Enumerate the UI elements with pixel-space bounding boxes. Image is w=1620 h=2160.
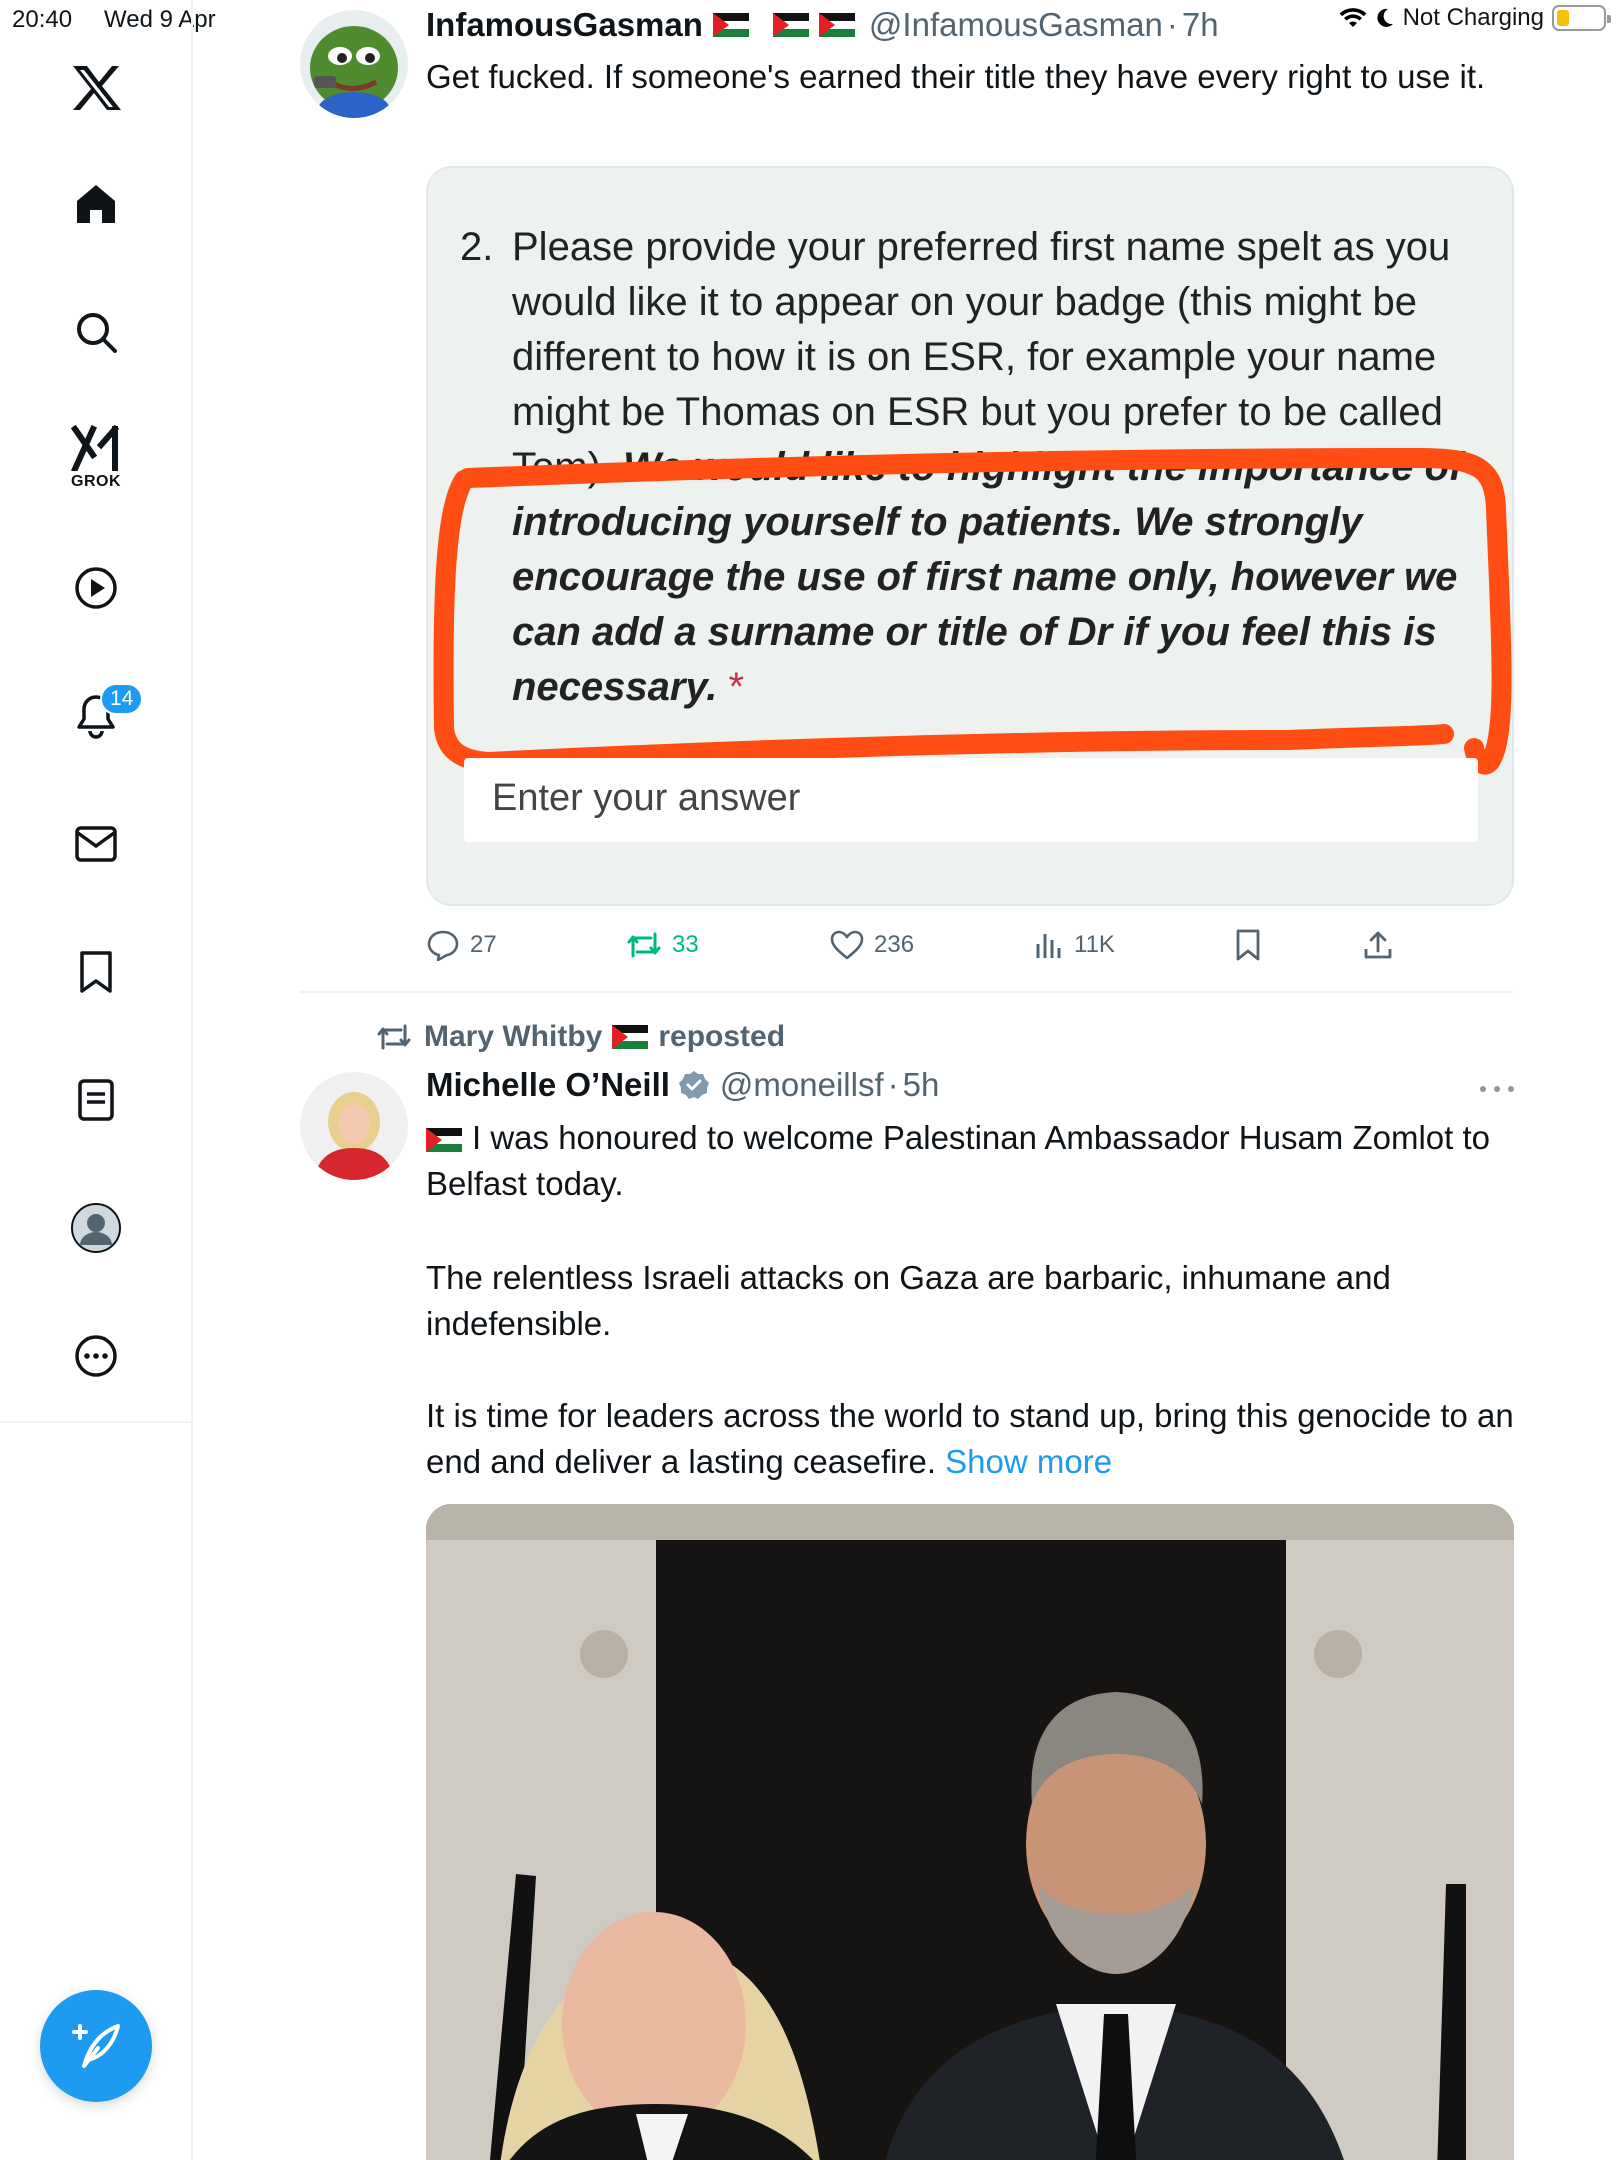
palestine-flag-icon	[426, 1128, 462, 1153]
battery-icon	[1552, 5, 1611, 31]
tweet-divider	[300, 991, 1514, 993]
separator-dot: ·	[887, 1066, 899, 1103]
bookmarks-icon[interactable]	[56, 932, 136, 1012]
repost-icon	[377, 1024, 411, 1050]
more-options-icon[interactable]	[1480, 1076, 1514, 1102]
tweet-actions: 27 33 236 11K	[426, 920, 1516, 970]
tweet-text: I was honoured to welcome Palestinan Amb…	[426, 1115, 1516, 1207]
avatar[interactable]	[300, 10, 408, 118]
timestamp[interactable]: 7h	[1182, 6, 1219, 44]
like-button[interactable]: 236	[830, 920, 914, 970]
tweet-paragraph: The relentless Israeli attacks on Gaza a…	[426, 1259, 1391, 1342]
reply-icon	[427, 930, 459, 961]
handle[interactable]: @InfamousGasman	[869, 6, 1163, 44]
charging-status: Not Charging	[1402, 4, 1544, 31]
reply-button[interactable]: 27	[426, 920, 497, 970]
tweet-header: Michelle O’Neill @moneillsf · 5h	[426, 1066, 939, 1104]
reply-count: 27	[470, 931, 497, 958]
grok-icon[interactable]: GROK	[56, 418, 136, 498]
verified-badge-icon	[678, 1071, 709, 1099]
lists-icon[interactable]	[56, 1060, 136, 1140]
tweet-header: InfamousGasman @InfamousGasman · 7h	[426, 6, 1219, 44]
share-icon	[1364, 931, 1392, 959]
sidebar: GROK 14	[0, 0, 193, 2160]
bookmark-button[interactable]	[1234, 920, 1262, 970]
repost-context[interactable]: Mary Whitby reposted	[376, 1020, 785, 1054]
repost-icon	[627, 932, 661, 958]
share-button[interactable]	[1362, 920, 1394, 970]
videos-icon[interactable]	[56, 548, 136, 628]
profile-avatar-icon[interactable]	[56, 1188, 136, 1268]
moon-icon	[1376, 8, 1393, 27]
search-icon[interactable]	[56, 292, 136, 372]
grok-label: GROK	[71, 473, 121, 490]
display-name[interactable]: InfamousGasman	[426, 6, 703, 44]
bookmark-icon	[1236, 929, 1260, 961]
like-count: 236	[874, 931, 915, 958]
tweet-text: Get fucked. If someone's earned their ti…	[426, 58, 1486, 95]
repost-button[interactable]: 33	[626, 920, 699, 970]
display-name[interactable]: Michelle O’Neill	[426, 1066, 670, 1104]
home-icon[interactable]	[56, 164, 136, 244]
reposted-label: reposted	[658, 1020, 786, 1053]
answer-input[interactable]	[492, 768, 1452, 828]
views-count: 11K	[1074, 931, 1115, 958]
notifications-badge: 14	[100, 683, 144, 715]
tweet-paragraph: I was honoured to welcome Palestinan Amb…	[426, 1119, 1491, 1202]
avatar[interactable]	[300, 1072, 408, 1180]
repost-count: 33	[672, 931, 699, 958]
answer-field[interactable]	[464, 758, 1478, 842]
views-button[interactable]: 11K	[1034, 920, 1115, 970]
timestamp[interactable]: 5h	[903, 1066, 940, 1104]
views-chart-icon	[1036, 934, 1061, 958]
palestine-flag-icon	[818, 13, 855, 37]
more-options-icon[interactable]	[56, 1316, 136, 1396]
palestine-flag-icon	[772, 13, 809, 37]
wifi-icon	[1339, 8, 1367, 27]
separator-dot: ·	[1166, 6, 1178, 43]
tweet-text: It is time for leaders across the world …	[426, 1393, 1516, 1485]
palestine-flag-icon	[612, 1025, 649, 1049]
tweet-photo[interactable]	[426, 1504, 1514, 2160]
x-logo-icon[interactable]	[56, 48, 136, 128]
messages-icon[interactable]	[56, 804, 136, 884]
compose-post-icon	[72, 2024, 120, 2068]
palestine-flag-icon	[712, 13, 749, 37]
handle[interactable]: @moneillsf	[720, 1066, 884, 1104]
show-more-link[interactable]: Show more	[945, 1443, 1112, 1480]
quoted-image-form[interactable]: 2. Please provide your preferred first n…	[426, 166, 1514, 906]
reposter-name[interactable]: Mary Whitby	[424, 1020, 602, 1054]
sidebar-divider	[0, 1421, 193, 1423]
compose-post-button[interactable]	[40, 1990, 152, 2102]
status-right: Not Charging	[1339, 4, 1611, 32]
heart-icon	[830, 930, 864, 960]
